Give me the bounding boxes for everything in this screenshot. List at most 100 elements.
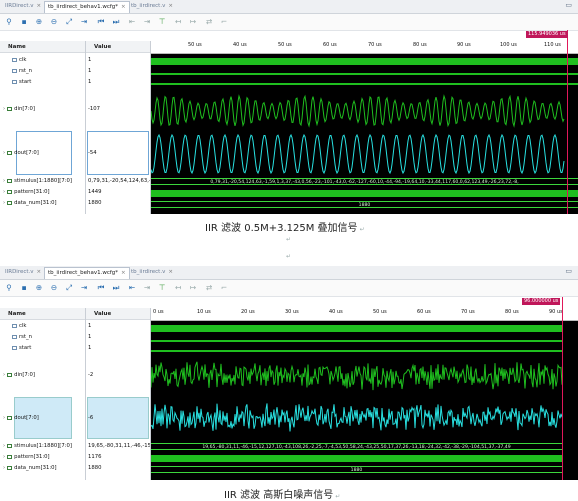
tab-label: IIRDirect.v	[5, 269, 34, 275]
signal-rst-n[interactable]: rst_n	[12, 68, 97, 74]
signal-stimulus[interactable]: › stimulus[1:1880][7:0]	[3, 443, 88, 449]
tick-label: 20 us	[241, 309, 255, 315]
signal-clk[interactable]: clk	[12, 57, 97, 63]
expand-icon[interactable]: ›	[3, 150, 5, 156]
tab-iirdirect-v[interactable]: IIRDirect.v ×	[2, 1, 44, 12]
signal-name: data_num[31:0]	[14, 200, 57, 206]
tab-iirdirect-v[interactable]: IIRDirect.v ×	[2, 267, 44, 278]
waveform-canvas[interactable]: 19,65,-80,31,11,-46,-15,12,127,10,-43,10…	[151, 321, 578, 480]
zoom-out-icon[interactable]: ⊖	[49, 16, 59, 27]
search-icon[interactable]: ⚲	[4, 282, 14, 293]
signal-value: -6	[88, 415, 94, 421]
close-icon[interactable]: ×	[37, 269, 42, 275]
go-to-start-icon[interactable]: ⏮	[96, 16, 106, 27]
bottom-toolbar: ⚲ ▪ ⊕ ⊖ ⤢ ⇥ ⏮ ⏭ ⇤ ⇥ ⊤ ↤ ↦ ⇄ ⌐	[0, 280, 578, 297]
zoom-in-icon[interactable]: ⊕	[34, 16, 44, 27]
save-icon[interactable]: ▪	[19, 16, 29, 27]
signal-name: rst_n	[19, 334, 33, 340]
signal-pattern[interactable]: › pattern[31:0]	[3, 454, 88, 460]
expand-icon[interactable]: ›	[3, 415, 5, 421]
name-column-header[interactable]: Name	[0, 308, 85, 320]
signal-dout[interactable]: › dout[7:0]	[3, 415, 88, 421]
zoom-in-icon[interactable]: ⊕	[34, 282, 44, 293]
go-to-end-icon[interactable]: ⏭	[111, 16, 121, 27]
previous-marker-icon[interactable]: ↤	[173, 16, 183, 27]
value-column-header[interactable]: Value	[86, 41, 150, 53]
signal-din[interactable]: › din[7:0]	[3, 106, 88, 112]
snap-to-transition-icon[interactable]: ⌐	[219, 16, 229, 27]
expand-icon[interactable]: ›	[3, 465, 5, 471]
time-ruler[interactable]: 0 us 10 us 20 us 30 us 40 us 50 us 60 us…	[151, 308, 578, 321]
signal-rst-n[interactable]: rst_n	[12, 334, 97, 340]
time-cursor[interactable]	[562, 297, 563, 480]
next-transition-icon[interactable]: ⇥	[142, 282, 152, 293]
go-to-start-icon[interactable]: ⏮	[96, 282, 106, 293]
close-icon[interactable]: ×	[168, 3, 173, 9]
go-to-cursor-icon[interactable]: ⇥	[79, 16, 89, 27]
signal-din[interactable]: › din[7:0]	[3, 372, 88, 378]
signal-value: 1176	[88, 454, 102, 460]
zoom-out-icon[interactable]: ⊖	[49, 282, 59, 293]
zoom-fit-icon[interactable]: ⤢	[64, 16, 74, 27]
swap-cursors-icon[interactable]: ⇄	[204, 282, 214, 293]
signal-value: 1	[88, 334, 92, 340]
signal-start[interactable]: start	[12, 79, 97, 85]
signal-data-num[interactable]: › data_num[31:0]	[3, 200, 88, 206]
tick-label: 40 us	[329, 309, 343, 315]
close-icon[interactable]: ×	[121, 270, 126, 276]
add-marker-icon[interactable]: ⊤	[157, 16, 167, 27]
signal-data-num[interactable]: › data_num[31:0]	[3, 465, 88, 471]
signal-value: 1449	[88, 189, 102, 195]
expand-icon[interactable]: ›	[3, 106, 5, 112]
dout-analog-wave	[151, 403, 563, 432]
tab-wcfg[interactable]: tb_iirdirect_behav1.wcfg* ×	[44, 1, 130, 13]
previous-marker-icon[interactable]: ↤	[173, 282, 183, 293]
tick-label: 50 us	[373, 309, 387, 315]
tab-tb-iirdirect-v[interactable]: tb_iirdirect.v ×	[128, 1, 176, 12]
zoom-fit-icon[interactable]: ⤢	[64, 282, 74, 293]
bus-icon	[7, 454, 13, 459]
name-column-header[interactable]: Name	[0, 41, 85, 53]
close-icon[interactable]: ×	[37, 3, 42, 9]
signal-name: din[7:0]	[14, 106, 35, 112]
expand-icon[interactable]: ›	[3, 189, 5, 195]
signal-dout[interactable]: › dout[7:0]	[3, 150, 88, 156]
expand-icon[interactable]: ›	[3, 200, 5, 206]
time-cursor[interactable]	[567, 30, 568, 214]
expand-icon[interactable]: ›	[3, 372, 5, 378]
value-column-header[interactable]: Value	[86, 308, 150, 320]
search-icon[interactable]: ⚲	[4, 16, 14, 27]
bottom-caption: IIR 滤波 高斯白噪声信号 ↵	[224, 486, 340, 501]
signal-clk[interactable]: clk	[12, 323, 97, 329]
tick-label: 50 us	[188, 42, 202, 48]
return-mark: ↵	[335, 493, 341, 500]
close-icon[interactable]: ×	[168, 269, 173, 275]
maximize-icon[interactable]: ▭	[565, 267, 572, 275]
save-icon[interactable]: ▪	[19, 282, 29, 293]
expand-icon[interactable]: ›	[3, 443, 5, 449]
swap-cursors-icon[interactable]: ⇄	[204, 16, 214, 27]
signal-pattern[interactable]: › pattern[31:0]	[3, 189, 88, 195]
signal-start[interactable]: start	[12, 345, 97, 351]
signal-stimulus[interactable]: › stimulus[1:1880][7:0]	[3, 178, 88, 184]
time-ruler[interactable]: 50 us 40 us 50 us 60 us 70 us 80 us 90 u…	[151, 41, 578, 54]
cursor-time-label: 115.949036 us	[526, 31, 568, 38]
waveform-canvas[interactable]: 0,79,31,-20,54,124,63,-1,59,1,3,37,-43,0…	[151, 54, 578, 214]
previous-transition-icon[interactable]: ⇤	[127, 282, 137, 293]
tick-label: 50 us	[278, 42, 292, 48]
expand-icon[interactable]: ›	[3, 454, 5, 460]
close-icon[interactable]: ×	[121, 4, 126, 10]
add-marker-icon[interactable]: ⊤	[157, 282, 167, 293]
previous-transition-icon[interactable]: ⇤	[127, 16, 137, 27]
next-marker-icon[interactable]: ↦	[188, 16, 198, 27]
go-to-cursor-icon[interactable]: ⇥	[79, 282, 89, 293]
tab-wcfg[interactable]: tb_iirdirect_behav1.wcfg* ×	[44, 267, 130, 279]
go-to-end-icon[interactable]: ⏭	[111, 282, 121, 293]
bus-icon	[7, 200, 13, 205]
expand-icon[interactable]: ›	[3, 178, 5, 184]
next-transition-icon[interactable]: ⇥	[142, 16, 152, 27]
maximize-icon[interactable]: ▭	[565, 1, 572, 9]
tab-tb-iirdirect-v[interactable]: tb_iirdirect.v ×	[128, 267, 176, 278]
snap-to-transition-icon[interactable]: ⌐	[219, 282, 229, 293]
next-marker-icon[interactable]: ↦	[188, 282, 198, 293]
